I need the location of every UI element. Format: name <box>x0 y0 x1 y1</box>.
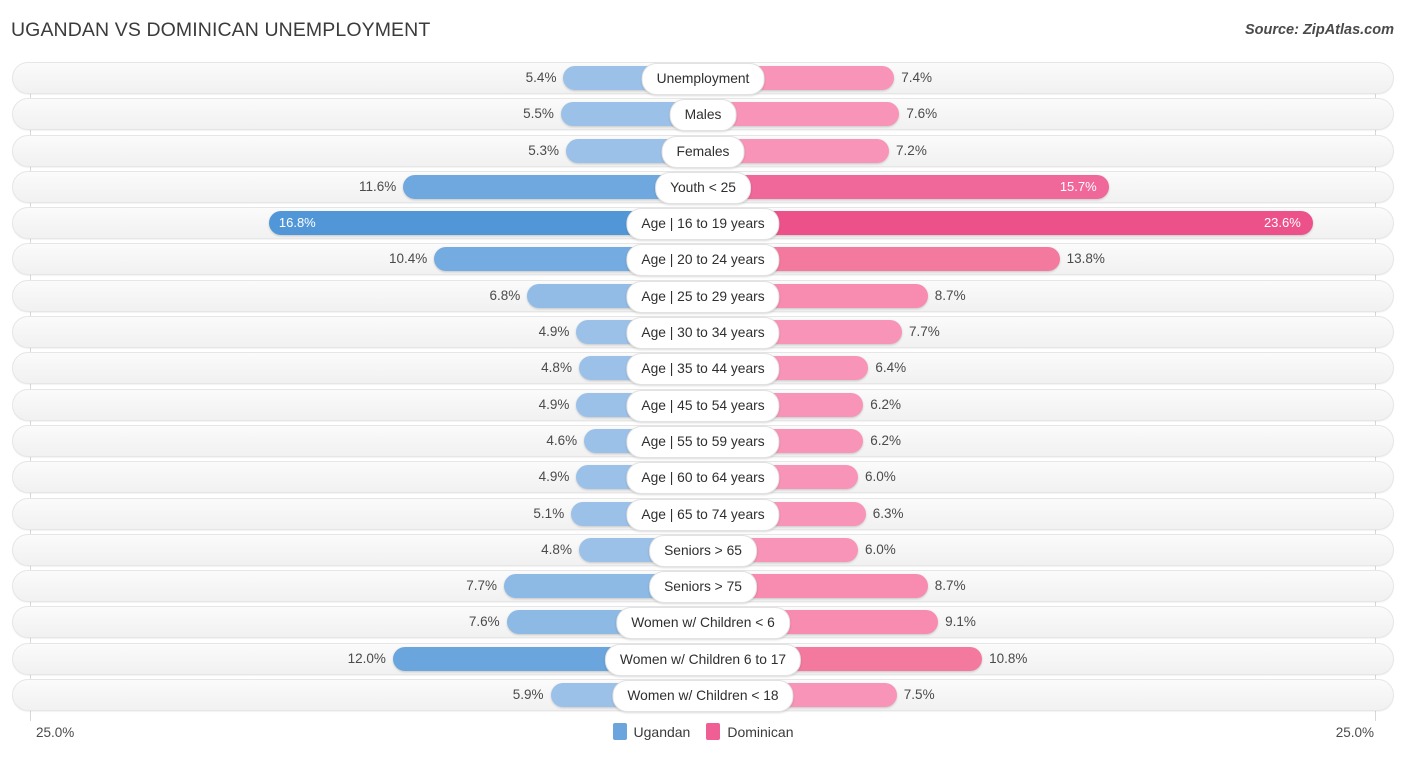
category-label-pill: Age | 65 to 74 years <box>626 498 780 531</box>
bar-value-dominican: 8.7% <box>934 578 966 594</box>
legend-label: Ugandan <box>633 723 691 740</box>
bar-value-ugandan: 4.9% <box>538 324 570 340</box>
bar-row: 4.9% 6.0% Age | 60 to 64 years <box>0 461 1406 495</box>
category-label-pill: Age | 20 to 24 years <box>626 244 780 277</box>
category-label-pill: Males <box>669 99 737 132</box>
bar-row: 5.5% 7.6% Males <box>0 98 1406 132</box>
bar-value-ugandan: 12.0% <box>347 650 386 666</box>
bar-row: 10.4% 13.8% Age | 20 to 24 years <box>0 243 1406 277</box>
bar-row: 7.7% 8.7% Seniors > 75 <box>0 570 1406 604</box>
bar-value-dominican: 6.4% <box>875 360 907 376</box>
bar-value-ugandan: 7.6% <box>468 614 500 630</box>
source-attribution: Source: ZipAtlas.com <box>1244 22 1394 38</box>
legend-item[interactable]: Ugandan <box>612 723 691 740</box>
bar-value-dominican: 7.4% <box>901 70 932 85</box>
bar-value-dominican: 6.2% <box>870 432 901 448</box>
chart-footer: 25.0% 25.0% Ugandan Dominican <box>0 719 1406 757</box>
category-label-pill: Women w/ Children < 18 <box>612 680 794 713</box>
bar-value-ugandan: 5.5% <box>523 106 554 122</box>
bar-row: 4.6% 6.2% Age | 55 to 59 years <box>0 424 1406 458</box>
bar-value-dominican: 7.5% <box>903 687 935 703</box>
bar-row: 6.8% 8.7% Age | 25 to 29 years <box>0 279 1406 313</box>
bar-dominican: 15.7% <box>703 174 1109 199</box>
bar-value-dominican: 7.6% <box>906 106 938 122</box>
bar-value-ugandan: 5.4% <box>525 70 557 85</box>
category-label-pill: Age | 35 to 44 years <box>626 353 780 386</box>
bar-value-dominican: 6.3% <box>872 505 904 521</box>
bar-value-ugandan: 4.6% <box>546 432 578 448</box>
bar-row: 4.8% 6.0% Seniors > 65 <box>0 533 1406 567</box>
bar-value-dominican: 6.0% <box>865 541 896 557</box>
chart-header: UGANDAN VS DOMINICAN UNEMPLOYMENT Source… <box>0 0 1406 58</box>
bar-value-dominican: 15.7% <box>1059 178 1097 194</box>
bar-value-ugandan: 16.8% <box>278 215 316 231</box>
category-label-pill: Age | 45 to 54 years <box>626 389 780 422</box>
bar-row: 5.1% 6.3% Age | 65 to 74 years <box>0 497 1406 531</box>
page-title: UGANDAN VS DOMINICAN UNEMPLOYMENT <box>11 19 431 41</box>
legend-label: Dominican <box>727 723 794 740</box>
bar-row: 11.6% 15.7% Youth < 25 <box>0 170 1406 204</box>
bar-value-ugandan: 5.1% <box>533 505 565 521</box>
bar-row: 16.8% 23.6% Age | 16 to 19 years <box>0 207 1406 241</box>
bar-value-ugandan: 5.9% <box>512 687 544 703</box>
category-label-pill: Women w/ Children < 6 <box>616 607 790 640</box>
legend-swatch-icon <box>706 723 721 740</box>
category-label-pill: Age | 16 to 19 years <box>626 208 780 241</box>
bar-row: 12.0% 10.8% Women w/ Children 6 to 17 <box>0 642 1406 676</box>
bar-value-dominican: 7.2% <box>896 142 927 158</box>
bar-value-dominican: 7.7% <box>908 324 940 340</box>
bar-value-dominican: 9.1% <box>945 614 976 630</box>
bar-value-ugandan: 11.6% <box>358 178 397 194</box>
bar-value-ugandan: 10.4% <box>388 251 428 267</box>
bar-value-ugandan: 4.9% <box>538 469 570 485</box>
category-label-pill: Seniors > 65 <box>649 534 757 567</box>
bar-value-dominican: 6.0% <box>865 469 896 485</box>
bar-value-ugandan: 4.8% <box>541 360 572 376</box>
bar-row: 5.4% 7.4% Unemployment <box>0 62 1406 95</box>
bar-rows-container: 5.4% 7.4% Unemployment 5.5% 7.6% Males 5.3% 7.2… <box>0 62 1406 715</box>
category-label-pill: Unemployment <box>641 63 765 95</box>
bar-row: 5.3% 7.2% Females <box>0 134 1406 168</box>
bar-row: 4.9% 6.2% Age | 45 to 54 years <box>0 388 1406 422</box>
category-label-pill: Women w/ Children 6 to 17 <box>604 643 802 676</box>
bar-dominican: 23.6% <box>703 211 1313 236</box>
bar-value-ugandan: 4.9% <box>538 396 570 412</box>
bar-row: 4.9% 7.7% Age | 30 to 34 years <box>0 316 1406 350</box>
bar-value-dominican: 6.2% <box>870 396 901 412</box>
bar-value-ugandan: 7.7% <box>466 578 498 594</box>
legend-swatch-icon <box>612 723 627 740</box>
bar-value-dominican: 10.8% <box>989 650 1028 666</box>
category-label-pill: Females <box>661 135 745 168</box>
category-label-pill: Age | 60 to 64 years <box>626 462 780 495</box>
category-label-pill: Age | 25 to 29 years <box>626 280 780 313</box>
bar-value-dominican: 8.7% <box>934 287 966 303</box>
chart-plot-area: 5.4% 7.4% Unemployment 5.5% 7.6% Males 5.3% 7.2… <box>0 62 1406 721</box>
category-label-pill: Seniors > 75 <box>649 571 757 604</box>
bar-value-dominican: 23.6% <box>1263 215 1301 231</box>
bar-value-dominican: 13.8% <box>1066 251 1105 267</box>
legend-item[interactable]: Dominican <box>706 723 793 740</box>
category-label-pill: Age | 30 to 34 years <box>626 317 780 350</box>
bar-value-ugandan: 4.8% <box>541 541 572 557</box>
bar-row: 4.8% 6.4% Age | 35 to 44 years <box>0 352 1406 386</box>
chart-legend: Ugandan Dominican <box>0 723 1406 740</box>
category-label-pill: Youth < 25 <box>655 171 751 204</box>
category-label-pill: Age | 55 to 59 years <box>626 425 780 458</box>
bar-row: 5.9% 7.5% Women w/ Children < 18 <box>0 679 1406 713</box>
bar-value-ugandan: 5.3% <box>528 142 560 158</box>
bar-value-ugandan: 6.8% <box>489 287 521 303</box>
bar-row: 7.6% 9.1% Women w/ Children < 6 <box>0 606 1406 640</box>
